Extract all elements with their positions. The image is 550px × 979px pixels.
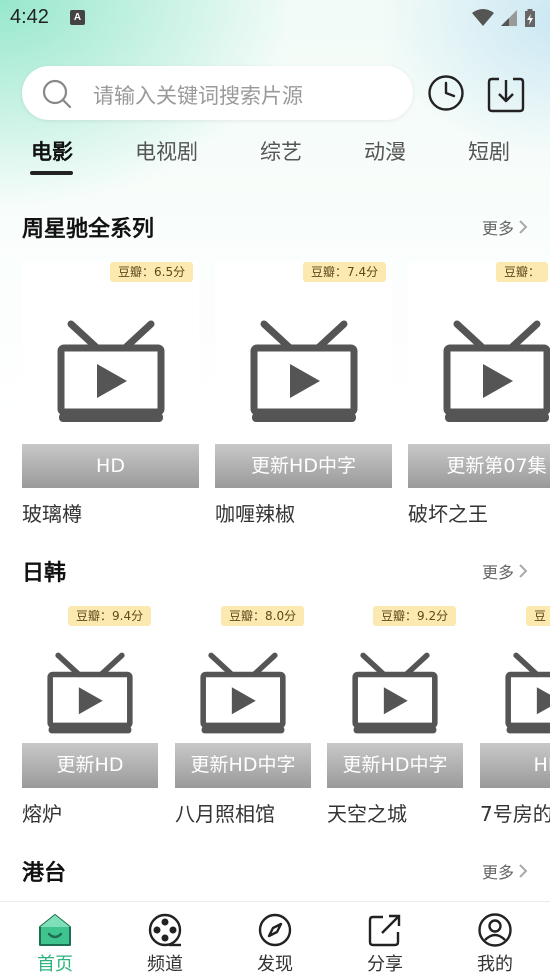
- nav-label: 频道: [147, 954, 183, 975]
- notification-icon: A: [70, 10, 85, 25]
- home-icon: [39, 914, 71, 946]
- search-bar[interactable]: 请输入关键词搜索片源: [22, 66, 413, 120]
- poster: 豆 HD: [480, 606, 550, 788]
- tv-play-icon: [200, 652, 286, 734]
- tv-play-icon: [443, 320, 550, 422]
- search-input[interactable]: 请输入关键词搜索片源: [93, 80, 303, 110]
- bottom-nav: 首页 频道 发现 分享 我的: [0, 901, 550, 979]
- poster: 豆瓣：9.4分 更新HD: [22, 606, 158, 788]
- nav-home[interactable]: 首页: [0, 902, 110, 979]
- status-bar: 4:42 A: [0, 0, 550, 38]
- movie-title: 破坏之王: [408, 502, 488, 526]
- tv-play-icon: [352, 652, 438, 734]
- status-time: 4:42: [10, 6, 49, 28]
- update-banner: 更新HD中字: [327, 743, 463, 788]
- rating-badge: 豆瓣：7.4分: [303, 262, 387, 282]
- more-link[interactable]: 更多: [482, 859, 528, 883]
- movie-title: 八月照相馆: [175, 802, 275, 826]
- movie-title: 天空之城: [327, 802, 407, 826]
- movie-card[interactable]: 豆瓣：8.0分 更新HD中字 八月照相馆: [175, 606, 311, 828]
- poster: 豆瓣： 更新第07集: [408, 262, 550, 488]
- battery-icon: [525, 9, 535, 27]
- more-link[interactable]: 更多: [482, 215, 528, 239]
- movie-title: 咖喱辣椒: [215, 502, 295, 526]
- tab-tv-series[interactable]: 电视剧: [135, 136, 198, 166]
- share-icon: [368, 914, 401, 947]
- status-icons: [472, 8, 536, 28]
- update-banner: HD: [480, 743, 550, 788]
- more-link[interactable]: 更多: [482, 559, 528, 583]
- more-label: 更多: [481, 863, 514, 882]
- tv-play-icon: [250, 320, 358, 422]
- tv-play-icon: [57, 320, 165, 422]
- chevron-right-icon: [519, 564, 528, 578]
- update-banner: HD: [22, 444, 199, 488]
- rating-badge: 豆瓣：: [496, 262, 549, 282]
- movie-card[interactable]: 豆 HD 7号房的: [480, 606, 550, 828]
- rating-badge: 豆瓣：6.5分: [110, 262, 194, 282]
- user-icon: [478, 913, 512, 947]
- more-label: 更多: [481, 219, 514, 238]
- movie-card[interactable]: 豆瓣：7.4分 更新HD中字 咖喱辣椒: [215, 262, 392, 527]
- poster: 豆瓣：7.4分 更新HD中字: [215, 262, 392, 488]
- compass-icon: [258, 913, 292, 947]
- poster: 豆瓣：6.5分 HD: [22, 262, 199, 488]
- tab-anime[interactable]: 动漫: [364, 136, 406, 166]
- update-banner: 更新第07集: [408, 444, 550, 488]
- nav-discover[interactable]: 发现: [220, 902, 330, 979]
- section-title: 港台: [22, 861, 67, 886]
- signal-icon: [501, 10, 517, 26]
- nav-label: 分享: [367, 954, 403, 975]
- tab-active-indicator: [30, 171, 73, 175]
- film-reel-icon: [148, 913, 182, 947]
- rating-badge: 豆: [526, 606, 550, 626]
- movie-title: 7号房的: [480, 802, 550, 826]
- wifi-icon: [472, 9, 494, 26]
- rating-badge: 豆瓣：8.0分: [221, 606, 305, 626]
- movie-title: 熔炉: [22, 802, 62, 826]
- nav-label: 我的: [477, 954, 513, 975]
- tv-play-icon: [505, 652, 550, 734]
- rating-badge: 豆瓣：9.2分: [373, 606, 457, 626]
- nav-share[interactable]: 分享: [330, 902, 440, 979]
- chevron-right-icon: [519, 864, 528, 878]
- update-banner: 更新HD中字: [175, 743, 311, 788]
- tab-movie[interactable]: 电影: [31, 136, 73, 166]
- nav-mine[interactable]: 我的: [440, 902, 550, 979]
- nav-label: 发现: [257, 954, 293, 975]
- poster: 豆瓣：9.2分 更新HD中字: [327, 606, 463, 788]
- nav-label: 首页: [37, 954, 73, 975]
- movie-card[interactable]: 豆瓣：9.2分 更新HD中字 天空之城: [327, 606, 463, 828]
- movie-title: 玻璃樽: [22, 502, 82, 526]
- nav-channel[interactable]: 频道: [110, 902, 220, 979]
- rating-badge: 豆瓣：9.4分: [68, 606, 152, 626]
- section-title: 日韩: [22, 561, 67, 586]
- download-icon[interactable]: [486, 74, 526, 114]
- movie-card[interactable]: 豆瓣： 更新第07集 破坏之王: [408, 262, 550, 527]
- tab-variety[interactable]: 综艺: [260, 136, 302, 166]
- tab-short-drama[interactable]: 短剧: [468, 136, 510, 166]
- search-icon: [42, 79, 72, 109]
- category-tabs: 电影 电视剧 综艺 动漫 短剧: [0, 136, 550, 180]
- chevron-right-icon: [519, 220, 528, 234]
- poster: 豆瓣：8.0分 更新HD中字: [175, 606, 311, 788]
- movie-card[interactable]: 豆瓣：9.4分 更新HD 熔炉: [22, 606, 158, 828]
- update-banner: 更新HD: [22, 743, 158, 788]
- section-title: 周星驰全系列: [22, 217, 155, 242]
- update-banner: 更新HD中字: [215, 444, 392, 488]
- more-label: 更多: [481, 563, 514, 582]
- tv-play-icon: [47, 652, 133, 734]
- movie-card[interactable]: 豆瓣：6.5分 HD 玻璃樽: [22, 262, 199, 527]
- history-icon[interactable]: [427, 74, 465, 112]
